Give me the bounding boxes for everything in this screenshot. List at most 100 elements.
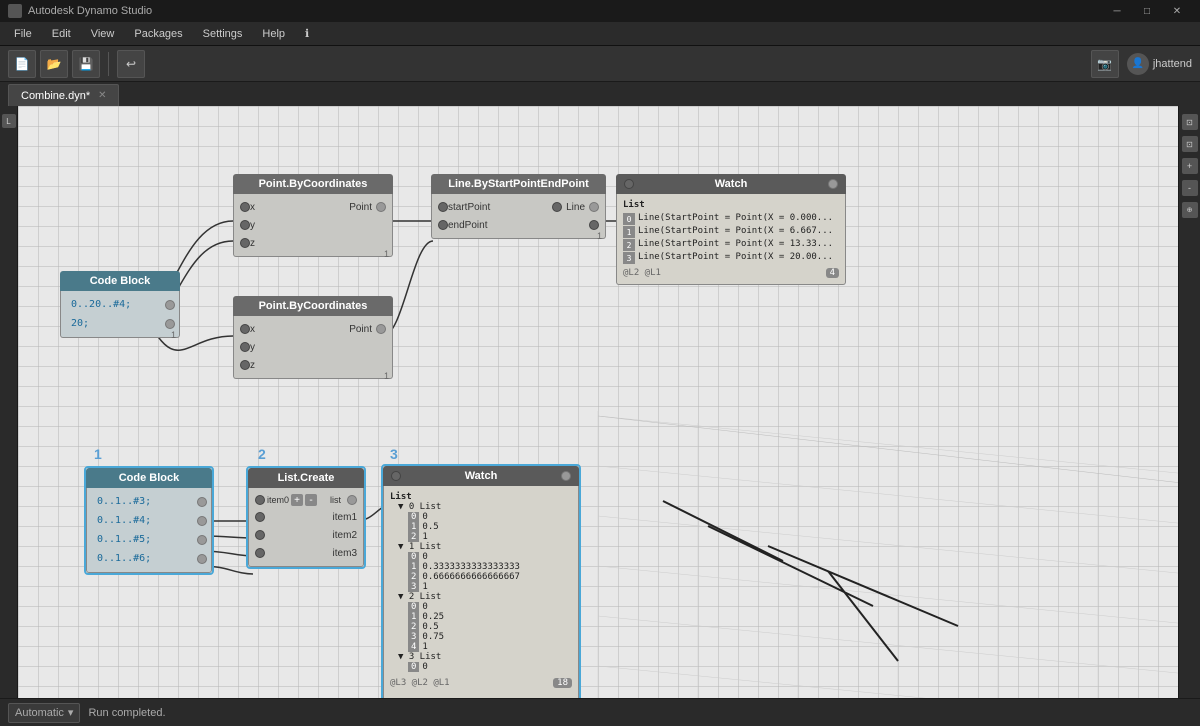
run-mode-label: Automatic [15, 707, 64, 719]
point-out-port[interactable] [376, 202, 386, 212]
node-number-2: 2 [258, 446, 266, 462]
end-right-port[interactable] [589, 220, 599, 230]
watch-top-count: 4 [826, 268, 839, 278]
wb-0-list: ▼ 0 List [398, 502, 572, 512]
line-out-port[interactable] [589, 202, 599, 212]
item2-label: item2 [333, 530, 357, 541]
zoom-out-btn[interactable]: - [1182, 180, 1198, 196]
new-button[interactable]: 📄 [8, 50, 36, 78]
line-row-start: startPoint Line [432, 198, 605, 216]
code-block-top-header: Code Block [60, 271, 180, 291]
p2-x-port[interactable] [240, 324, 250, 334]
point2-body: x Point y z 1 [233, 316, 393, 379]
menu-settings[interactable]: Settings [193, 22, 253, 46]
zoom-fit-btn[interactable]: ⊡ [1182, 114, 1198, 130]
out-port-1[interactable] [165, 300, 175, 310]
sidebar-library-icon[interactable]: L [2, 114, 16, 128]
watch-bottom-footer-label: @L3 @L2 @L1 [390, 678, 450, 688]
end-label: endPoint [448, 220, 487, 231]
wb-1-list: ▼ 1 List [398, 542, 572, 552]
node-number-1: 1 [94, 446, 102, 462]
point2-row-x: x Point [234, 320, 392, 338]
close-button[interactable]: ✕ [1162, 0, 1192, 22]
zoom-in-btn[interactable]: + [1182, 158, 1198, 174]
list-create-controls: item0 + - list [249, 492, 363, 508]
list-out-port[interactable] [347, 495, 357, 505]
watch-top-node: Watch List 0 Line(StartPoint = Point(X =… [616, 174, 846, 285]
z-port[interactable] [240, 238, 250, 248]
p2-z-port[interactable] [240, 360, 250, 370]
toolbar-separator-1 [108, 52, 109, 76]
b-out-port-2[interactable] [197, 516, 207, 526]
menubar: File Edit View Packages Settings Help ℹ [0, 22, 1200, 46]
toolbar: 📄 📂 💾 ↩ 📷 👤 jhattend [0, 46, 1200, 82]
x-port[interactable] [240, 202, 250, 212]
watch-b-out-port[interactable] [561, 471, 571, 481]
b-out-port-3[interactable] [197, 535, 207, 545]
item2-port[interactable] [255, 530, 265, 540]
tab-close-button[interactable]: ✕ [98, 90, 106, 101]
list-row-item2: item2 [249, 526, 363, 544]
code-b-line-4: 0..1..#6; [91, 551, 157, 566]
menu-packages[interactable]: Packages [124, 22, 192, 46]
line-row-end: endPoint [432, 216, 605, 234]
start-label: startPoint [448, 202, 490, 213]
item3-label: item3 [333, 548, 357, 559]
minimize-button[interactable]: ─ [1102, 0, 1132, 22]
point1-header: Point.ByCoordinates [233, 174, 393, 194]
run-mode-dropdown[interactable]: Automatic ▾ [8, 703, 80, 723]
menu-file[interactable]: File [4, 22, 42, 46]
watch-out-port[interactable] [828, 179, 838, 189]
wb-list-root: List [390, 492, 572, 502]
b-out-port-1[interactable] [197, 497, 207, 507]
start-right-port[interactable] [552, 202, 562, 212]
menu-info[interactable]: ℹ [295, 22, 319, 46]
p2-y-port[interactable] [240, 342, 250, 352]
watch-text-3: Line(StartPoint = Point(X = 20.00... [638, 252, 833, 262]
watch-bottom-footer: @L3 @L2 @L1 18 [390, 678, 572, 688]
open-button[interactable]: 📂 [40, 50, 68, 78]
zoom-fit2-btn[interactable]: ⊡ [1182, 136, 1198, 152]
zoom-reset-btn[interactable]: ⊕ [1182, 202, 1198, 218]
p2-out-port[interactable] [376, 324, 386, 334]
wb-1-0: 00 [408, 552, 572, 562]
screenshot-button[interactable]: 📷 [1091, 50, 1119, 78]
start-port[interactable] [438, 202, 448, 212]
code-line-1: 0..20..#4; [65, 297, 137, 312]
item1-port[interactable] [255, 512, 265, 522]
y-label: y [250, 220, 255, 231]
wb-1-3: 31 [408, 582, 572, 592]
undo-button[interactable]: ↩ [117, 50, 145, 78]
watch-in-port[interactable] [624, 179, 634, 189]
b-out-port-4[interactable] [197, 554, 207, 564]
tab-label: Combine.dyn* [21, 90, 90, 102]
code-b-line-1: 0..1..#3; [91, 494, 157, 509]
item3-port[interactable] [255, 548, 265, 558]
list-add-btn[interactable]: + [291, 494, 303, 506]
list-remove-btn[interactable]: - [305, 494, 317, 506]
wb-2-4: 41 [408, 642, 572, 652]
tab-combine[interactable]: Combine.dyn* ✕ [8, 84, 119, 106]
item0-port[interactable] [255, 495, 265, 505]
watch-item-3: 3 Line(StartPoint = Point(X = 20.00... [623, 252, 839, 264]
restore-button[interactable]: □ [1132, 0, 1162, 22]
wb-0-1: 10.5 [408, 522, 572, 532]
watch-bottom-title: Watch [465, 470, 498, 482]
save-button[interactable]: 💾 [72, 50, 100, 78]
canvas[interactable]: Code Block 0..20..#4; 20; 1 Point.ByCoor… [18, 106, 1178, 698]
menu-edit[interactable]: Edit [42, 22, 81, 46]
statusbar: Automatic ▾ Run completed. [0, 698, 1200, 726]
y-port[interactable] [240, 220, 250, 230]
list-create-node: List.Create item0 + - list item1 [246, 466, 366, 569]
out-port-2[interactable] [165, 319, 175, 329]
menu-view[interactable]: View [81, 22, 125, 46]
menu-help[interactable]: Help [252, 22, 295, 46]
code-block-top-body: 0..20..#4; 20; 1 [60, 291, 180, 338]
end-port[interactable] [438, 220, 448, 230]
line-node: Line.ByStartPointEndPoint startPoint Lin… [431, 174, 606, 239]
point1-row-y: y [234, 216, 392, 234]
app-icon [8, 4, 22, 18]
watch-b-in-port[interactable] [391, 471, 401, 481]
point2-row-y: y [234, 338, 392, 356]
watch-bottom-header: Watch [383, 466, 579, 486]
